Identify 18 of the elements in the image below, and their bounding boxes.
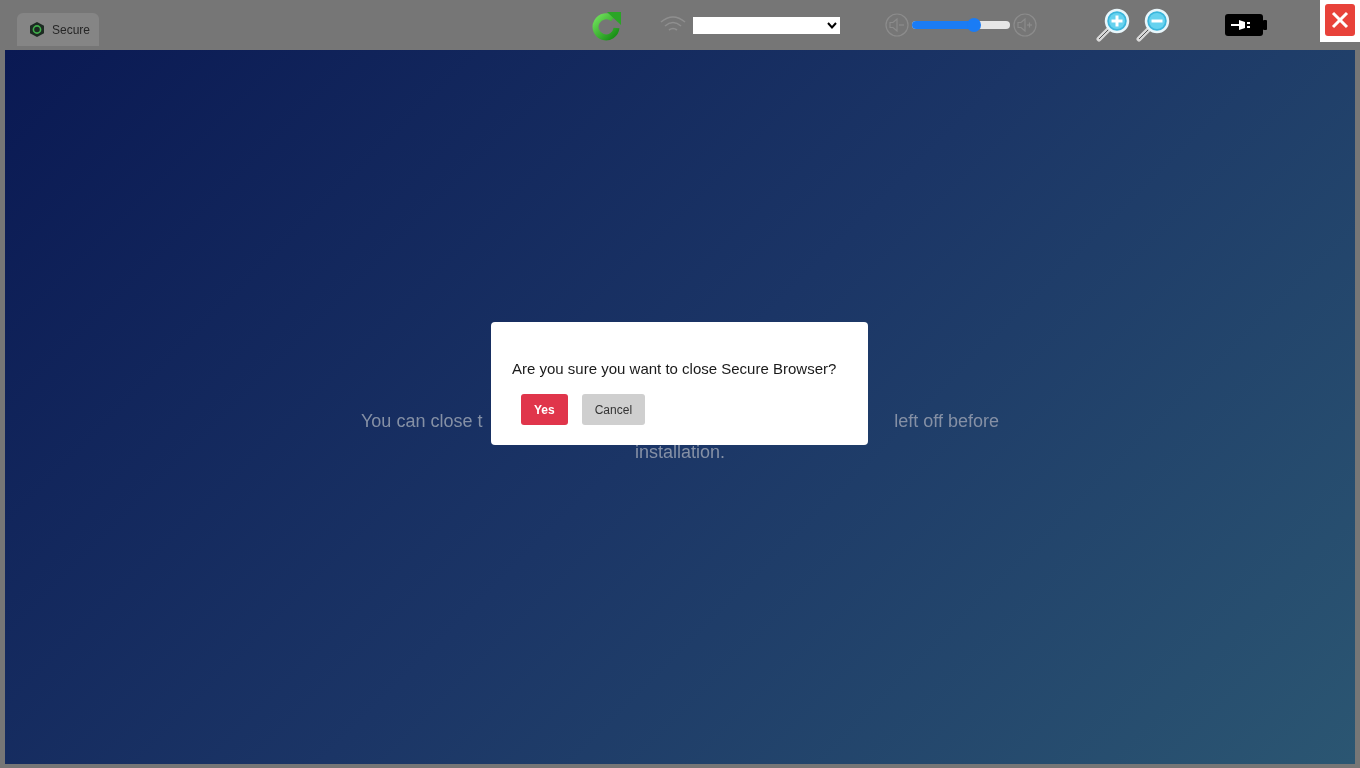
close-icon xyxy=(1325,4,1356,36)
browser-tab[interactable]: Secure xyxy=(17,13,99,46)
volume-slider[interactable] xyxy=(912,21,1011,29)
volume-thumb[interactable] xyxy=(966,18,981,32)
hexagon-icon xyxy=(30,22,44,37)
zoom-in-icon[interactable] xyxy=(1096,8,1131,42)
background-message: You can close t xyxy=(361,409,483,433)
chevron-down-icon xyxy=(827,21,838,29)
close-button[interactable] xyxy=(1320,0,1360,42)
yes-button[interactable]: Yes xyxy=(521,394,568,425)
background-message: installation. xyxy=(634,441,726,464)
battery-plug-icon xyxy=(1225,14,1268,36)
background-message: left off before xyxy=(894,409,999,433)
cancel-button[interactable]: Cancel xyxy=(581,394,646,425)
network-select[interactable] xyxy=(692,16,841,34)
zoom-out-icon[interactable] xyxy=(1136,8,1171,42)
tab-title: Secure xyxy=(52,21,91,39)
dialog-message: Are you sure you want to close Secure Browser? xyxy=(512,360,838,378)
